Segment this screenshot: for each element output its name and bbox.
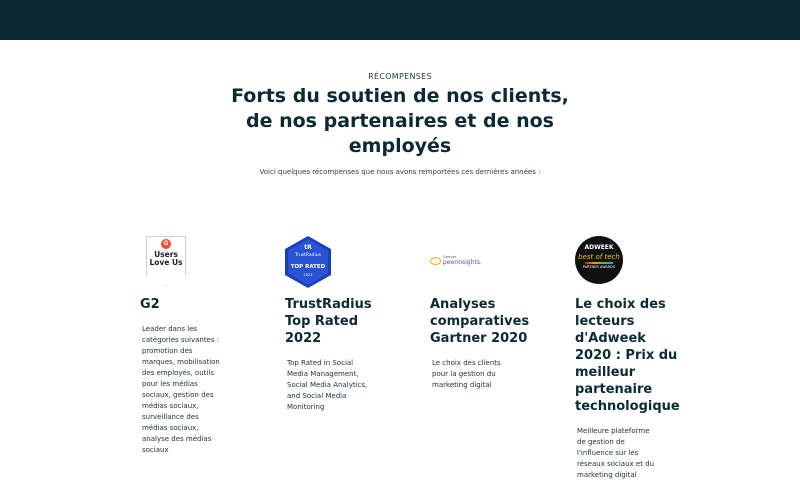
award-card-g2: G Users Love Us G2 Leader dans les catégo… xyxy=(140,234,240,456)
award-description: Leader dans les catégories suivantes : p… xyxy=(142,325,220,454)
award-logo: Gartner peerinsights. xyxy=(430,234,490,290)
section-headline: Forts du soutien de nos clients, de nos … xyxy=(231,85,569,157)
award-title: G2 xyxy=(140,297,160,312)
award-card-adweek: ADWEEK best of tech PARTNER AWARDS Le ch… xyxy=(575,234,685,481)
award-logo: G Users Love Us xyxy=(140,234,200,290)
award-title: Analyses comparatives Gartner 2020 xyxy=(430,297,530,346)
adweek-best-of-tech-badge-icon: ADWEEK best of tech PARTNER AWARDS xyxy=(575,236,623,284)
award-card-gartner: Gartner peerinsights. Analyses comparati… xyxy=(430,234,540,391)
section-eyebrow: RÉCOMPENSES xyxy=(368,72,432,81)
award-logo: tR TrustRadius TOP RATED 2022 xyxy=(285,234,345,290)
award-card-trustradius: tR TrustRadius TOP RATED 2022 TrustRadiu… xyxy=(285,234,395,413)
award-description: Top Rated in Social Media Management, So… xyxy=(287,359,368,411)
award-logo: ADWEEK best of tech PARTNER AWARDS xyxy=(575,234,635,290)
g2-letter: G xyxy=(161,239,171,249)
gartner-peer-insights-logo-icon: Gartner peerinsights. xyxy=(430,254,486,270)
g2-users-love-us-badge-icon: G Users Love Us xyxy=(146,236,186,286)
g2-badge-label: Users Love Us xyxy=(149,250,183,267)
top-navigation-bar xyxy=(0,0,800,40)
section-subline: Voici quelques récompenses que nous avon… xyxy=(259,168,541,176)
award-title: TrustRadius Top Rated 2022 xyxy=(285,297,372,346)
award-title: Le choix des lecteurs d'Adweek 2020 : Pr… xyxy=(575,297,680,414)
trustradius-top-rated-badge-icon: tR TrustRadius TOP RATED 2022 xyxy=(285,236,331,288)
award-description: Le choix des clients pour la gestion du … xyxy=(432,359,501,389)
award-description: Meilleure plateforme de gestion de l'inf… xyxy=(577,427,655,479)
